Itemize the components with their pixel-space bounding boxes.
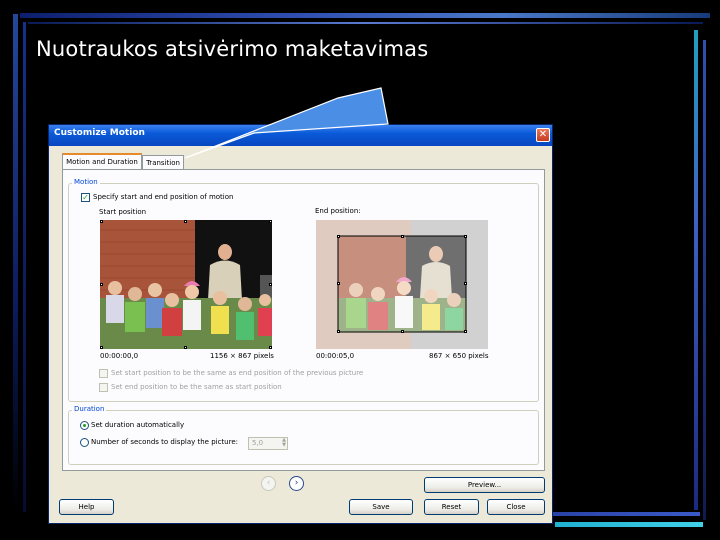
slide: { "slide": { "title": "Nuotraukos atsivė…	[0, 0, 720, 540]
callout-shape	[184, 87, 389, 159]
callout-pointer	[184, 87, 389, 159]
